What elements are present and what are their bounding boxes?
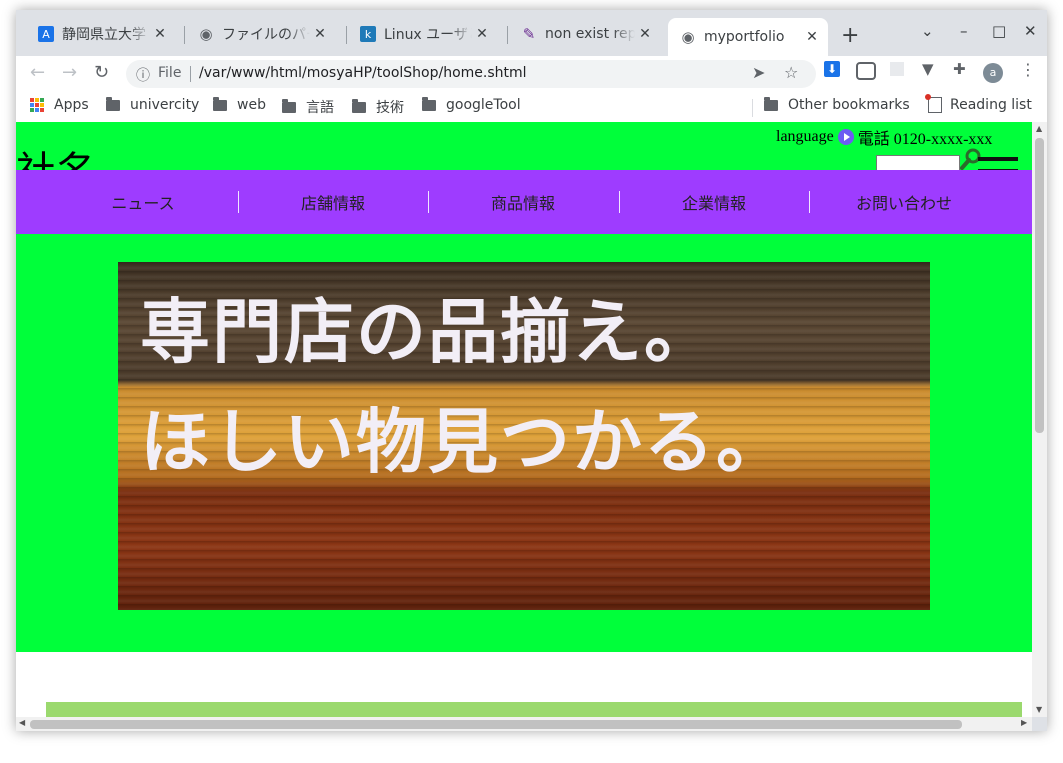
top-info: language 電話 0120-xxxx-xxx: [776, 125, 992, 149]
play-icon[interactable]: [837, 129, 854, 145]
address-bar[interactable]: ⓘ File /var/www/html/mosyaHP/toolShop/ho…: [126, 60, 816, 88]
bookmark-label: univercity: [130, 97, 200, 113]
site-header: 社名 language 電話 0120-xxxx-xxx ニュース 店舗情報 商…: [16, 122, 1032, 652]
menu-kebab-icon[interactable]: ⋮: [1020, 60, 1036, 79]
bookmark-label: googleTool: [446, 97, 521, 113]
scheme-label: File: [158, 65, 182, 81]
tab-3[interactable]: ✎ non exist repa ✕: [509, 18, 661, 50]
pen-icon: ✎: [522, 25, 536, 43]
new-tab-button[interactable]: +: [841, 23, 859, 48]
tab-0[interactable]: A 静岡県立大学 ✕: [26, 18, 176, 50]
folder-icon: [764, 96, 778, 111]
nav-product-info[interactable]: 商品情報: [428, 170, 618, 234]
star-icon[interactable]: ☆: [784, 63, 798, 82]
close-icon[interactable]: ✕: [150, 26, 170, 42]
folder-icon: [106, 96, 120, 111]
chat-extension-icon[interactable]: [856, 62, 876, 80]
globe-icon: ◉: [199, 25, 213, 43]
bookmark-label: Reading list: [950, 97, 1032, 113]
close-icon[interactable]: ✕: [472, 26, 492, 42]
reload-icon[interactable]: ↻: [94, 62, 109, 83]
folder-icon: [282, 98, 296, 113]
blank-extension-icon[interactable]: [890, 62, 904, 76]
info-icon[interactable]: ⓘ: [136, 65, 150, 85]
nav-company-info[interactable]: 企業情報: [619, 170, 809, 234]
bookmark-apps[interactable]: Apps: [30, 97, 89, 113]
reading-list-button[interactable]: Reading list: [925, 94, 1032, 113]
tab-divider: [184, 26, 185, 44]
k-letter-icon: k: [360, 26, 376, 42]
bookmarks-bar: Apps univercity web 言語 技術 googleTool Oth…: [16, 92, 1047, 123]
bookmark-label: Apps: [54, 97, 89, 113]
puzzle-icon[interactable]: ✚: [953, 60, 966, 78]
bookmark-folder-web[interactable]: web: [213, 96, 266, 113]
nav-store-info[interactable]: 店舗情報: [238, 170, 428, 234]
bookmark-folder-languages[interactable]: 言語: [282, 97, 334, 117]
bookmark-label: Other bookmarks: [788, 97, 910, 113]
tab-2[interactable]: k Linux ユーザと ✕: [348, 18, 498, 50]
page-viewport: 社名 language 電話 0120-xxxx-xxx ニュース 店舗情報 商…: [16, 122, 1032, 717]
minimize-icon[interactable]: –: [960, 22, 968, 40]
forward-icon[interactable]: →: [62, 62, 77, 83]
bookmark-label: web: [237, 97, 266, 113]
tab-4-active[interactable]: ◉ myportfolio ✕: [668, 18, 828, 56]
back-icon[interactable]: ←: [30, 62, 45, 83]
tab-title: ファイルのパー: [222, 27, 310, 43]
nav-contact[interactable]: お問い合わせ: [809, 170, 999, 234]
scroll-up-arrow-icon[interactable]: ▲: [1036, 124, 1042, 133]
main-nav: ニュース 店舗情報 商品情報 企業情報 お問い合わせ: [16, 170, 1032, 234]
nav-news[interactable]: ニュース: [48, 170, 238, 234]
send-icon[interactable]: ➤: [752, 63, 765, 82]
folder-icon: [352, 98, 366, 113]
bookmark-label: 技術: [376, 100, 404, 116]
close-icon[interactable]: ✕: [635, 26, 655, 42]
close-icon[interactable]: ✕: [802, 29, 822, 45]
v-extension-icon[interactable]: ▼: [922, 60, 934, 78]
browser-toolbar: ← → ↻ ⓘ File /var/www/html/mosyaHP/toolS…: [16, 56, 1047, 92]
scroll-thumb[interactable]: [1035, 138, 1044, 433]
a-letter-icon: A: [38, 26, 54, 42]
vertical-scrollbar[interactable]: ▲ ▼: [1032, 122, 1047, 717]
folder-icon: [213, 96, 227, 111]
banner-headline-2: ほしい物見つかる。: [140, 401, 788, 483]
scroll-right-arrow-icon[interactable]: ▶: [1021, 718, 1027, 727]
language-link[interactable]: language: [776, 128, 834, 146]
tab-divider: [346, 26, 347, 44]
tab-search-icon[interactable]: ⌄: [921, 22, 934, 40]
section-strip: [46, 702, 1022, 717]
tab-divider: [507, 26, 508, 44]
bookmark-folder-googletool[interactable]: googleTool: [422, 96, 521, 113]
close-icon[interactable]: ✕: [310, 26, 330, 42]
folder-icon: [422, 96, 436, 111]
bookmark-other[interactable]: Other bookmarks: [764, 96, 910, 113]
bookmark-label: 言語: [306, 100, 334, 116]
horizontal-scrollbar[interactable]: ◀ ▶: [16, 717, 1032, 731]
tab-title: Linux ユーザと: [384, 27, 472, 43]
download-extension-icon[interactable]: ⬇: [824, 61, 840, 77]
scroll-thumb[interactable]: [30, 720, 962, 729]
globe-icon: ◉: [681, 28, 695, 46]
browser-window: A 静岡県立大学 ✕ ◉ ファイルのパー ✕ k Linux ユーザと ✕ ✎ …: [16, 10, 1047, 731]
url-text[interactable]: /var/www/html/mosyaHP/toolShop/home.shtm…: [199, 65, 527, 81]
tab-title: myportfolio: [704, 29, 785, 45]
profile-avatar[interactable]: a: [983, 63, 1003, 83]
divider: [190, 66, 191, 82]
tab-title: non exist repa: [545, 26, 635, 42]
tab-strip: A 静岡県立大学 ✕ ◉ ファイルのパー ✕ k Linux ユーザと ✕ ✎ …: [16, 10, 1047, 56]
tab-title: 静岡県立大学: [62, 27, 146, 43]
reading-list-icon: [925, 94, 942, 113]
hero-banner: 専門店の品揃え。 ほしい物見つかる。: [118, 262, 930, 610]
tab-1[interactable]: ◉ ファイルのパー ✕: [186, 18, 336, 50]
banner-headline-1: 専門店の品揃え。: [140, 291, 716, 373]
apps-grid-icon: [30, 98, 44, 112]
scroll-left-arrow-icon[interactable]: ◀: [19, 718, 25, 727]
bookmarks-divider: [752, 99, 753, 117]
phone-number: 電話 0120-xxxx-xxx: [857, 131, 993, 148]
close-window-icon[interactable]: ✕: [1024, 22, 1037, 40]
bookmark-folder-tech[interactable]: 技術: [352, 97, 404, 117]
bookmark-folder-univercity[interactable]: univercity: [106, 96, 200, 113]
scroll-down-arrow-icon[interactable]: ▼: [1036, 705, 1042, 714]
maximize-icon[interactable]: □: [992, 22, 1006, 40]
